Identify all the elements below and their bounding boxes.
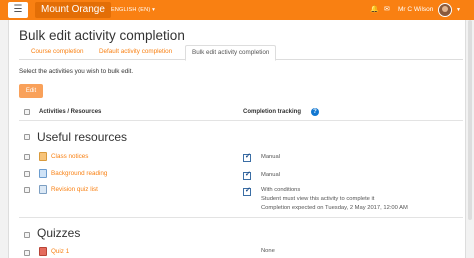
main-content: Bulk edit activity completion Course com…: [8, 20, 466, 258]
chevron-down-icon[interactable]: ▼: [456, 0, 461, 20]
completion-status: With conditions: [261, 187, 301, 193]
completion-status: Manual: [261, 172, 281, 178]
section-title: Useful resources: [37, 130, 128, 144]
section-checkbox[interactable]: [24, 232, 30, 238]
site-brand-link[interactable]: Mount Orange: [35, 2, 111, 18]
bell-icon[interactable]: 🔔: [370, 0, 379, 20]
tab-default-activity-completion[interactable]: Default activity completion: [93, 45, 178, 60]
divider: [19, 120, 463, 121]
completion-tabs: Course completion Default activity compl…: [19, 45, 463, 61]
select-all-checkbox[interactable]: [24, 109, 30, 115]
activity-link[interactable]: Quiz 1: [51, 248, 69, 255]
activity-link[interactable]: Revision quiz list: [51, 186, 98, 193]
intro-text: Select the activities you wish to bulk e…: [19, 68, 134, 75]
hamburger-menu-icon[interactable]: ☰: [8, 2, 28, 18]
file-icon: [39, 185, 47, 194]
quiz-icon: [39, 247, 47, 256]
activities-column-header: Activities / Resources: [39, 109, 102, 115]
user-menu-name[interactable]: Mr C Wilson: [398, 0, 433, 20]
section-title: Quizzes: [37, 226, 81, 240]
page-scrollbar[interactable]: [468, 20, 472, 220]
language-menu[interactable]: ENGLISH (EN) ▾: [111, 0, 155, 20]
avatar[interactable]: [438, 3, 452, 17]
edit-button[interactable]: Edit: [19, 84, 43, 98]
activity-link[interactable]: Background reading: [51, 170, 107, 177]
url-link-icon: [39, 169, 47, 178]
completion-status: Manual: [261, 154, 281, 160]
divider: [19, 217, 463, 218]
forum-icon: [39, 152, 47, 161]
completion-tracked-checkbox[interactable]: ✓: [243, 153, 251, 162]
activity-link[interactable]: Class notices: [51, 153, 88, 160]
top-navbar: ☰ Mount Orange ENGLISH (EN) ▾ 🔔 ✉ Mr C W…: [0, 0, 474, 20]
completion-tracked-checkbox[interactable]: ✓: [243, 187, 251, 196]
activity-checkbox[interactable]: [24, 187, 30, 193]
activity-checkbox[interactable]: [24, 250, 30, 256]
activity-checkbox[interactable]: [24, 171, 30, 177]
section-checkbox[interactable]: [24, 134, 30, 140]
completion-column-header: Completion tracking: [243, 109, 302, 115]
completion-status: None: [261, 248, 275, 254]
tab-course-completion[interactable]: Course completion: [25, 45, 90, 60]
completion-expected-date: Completion expected on Tuesday, 2 May 20…: [261, 205, 408, 211]
activity-checkbox[interactable]: [24, 154, 30, 160]
tab-bulk-edit-activity-completion[interactable]: Bulk edit activity completion: [185, 45, 277, 61]
question-circle-icon[interactable]: ?: [311, 108, 319, 116]
completion-condition: Student must view this activity to compl…: [261, 196, 375, 202]
page-title: Bulk edit activity completion: [19, 28, 185, 43]
chat-bubble-icon[interactable]: ✉: [384, 0, 390, 20]
completion-tracked-checkbox[interactable]: ✓: [243, 171, 251, 180]
